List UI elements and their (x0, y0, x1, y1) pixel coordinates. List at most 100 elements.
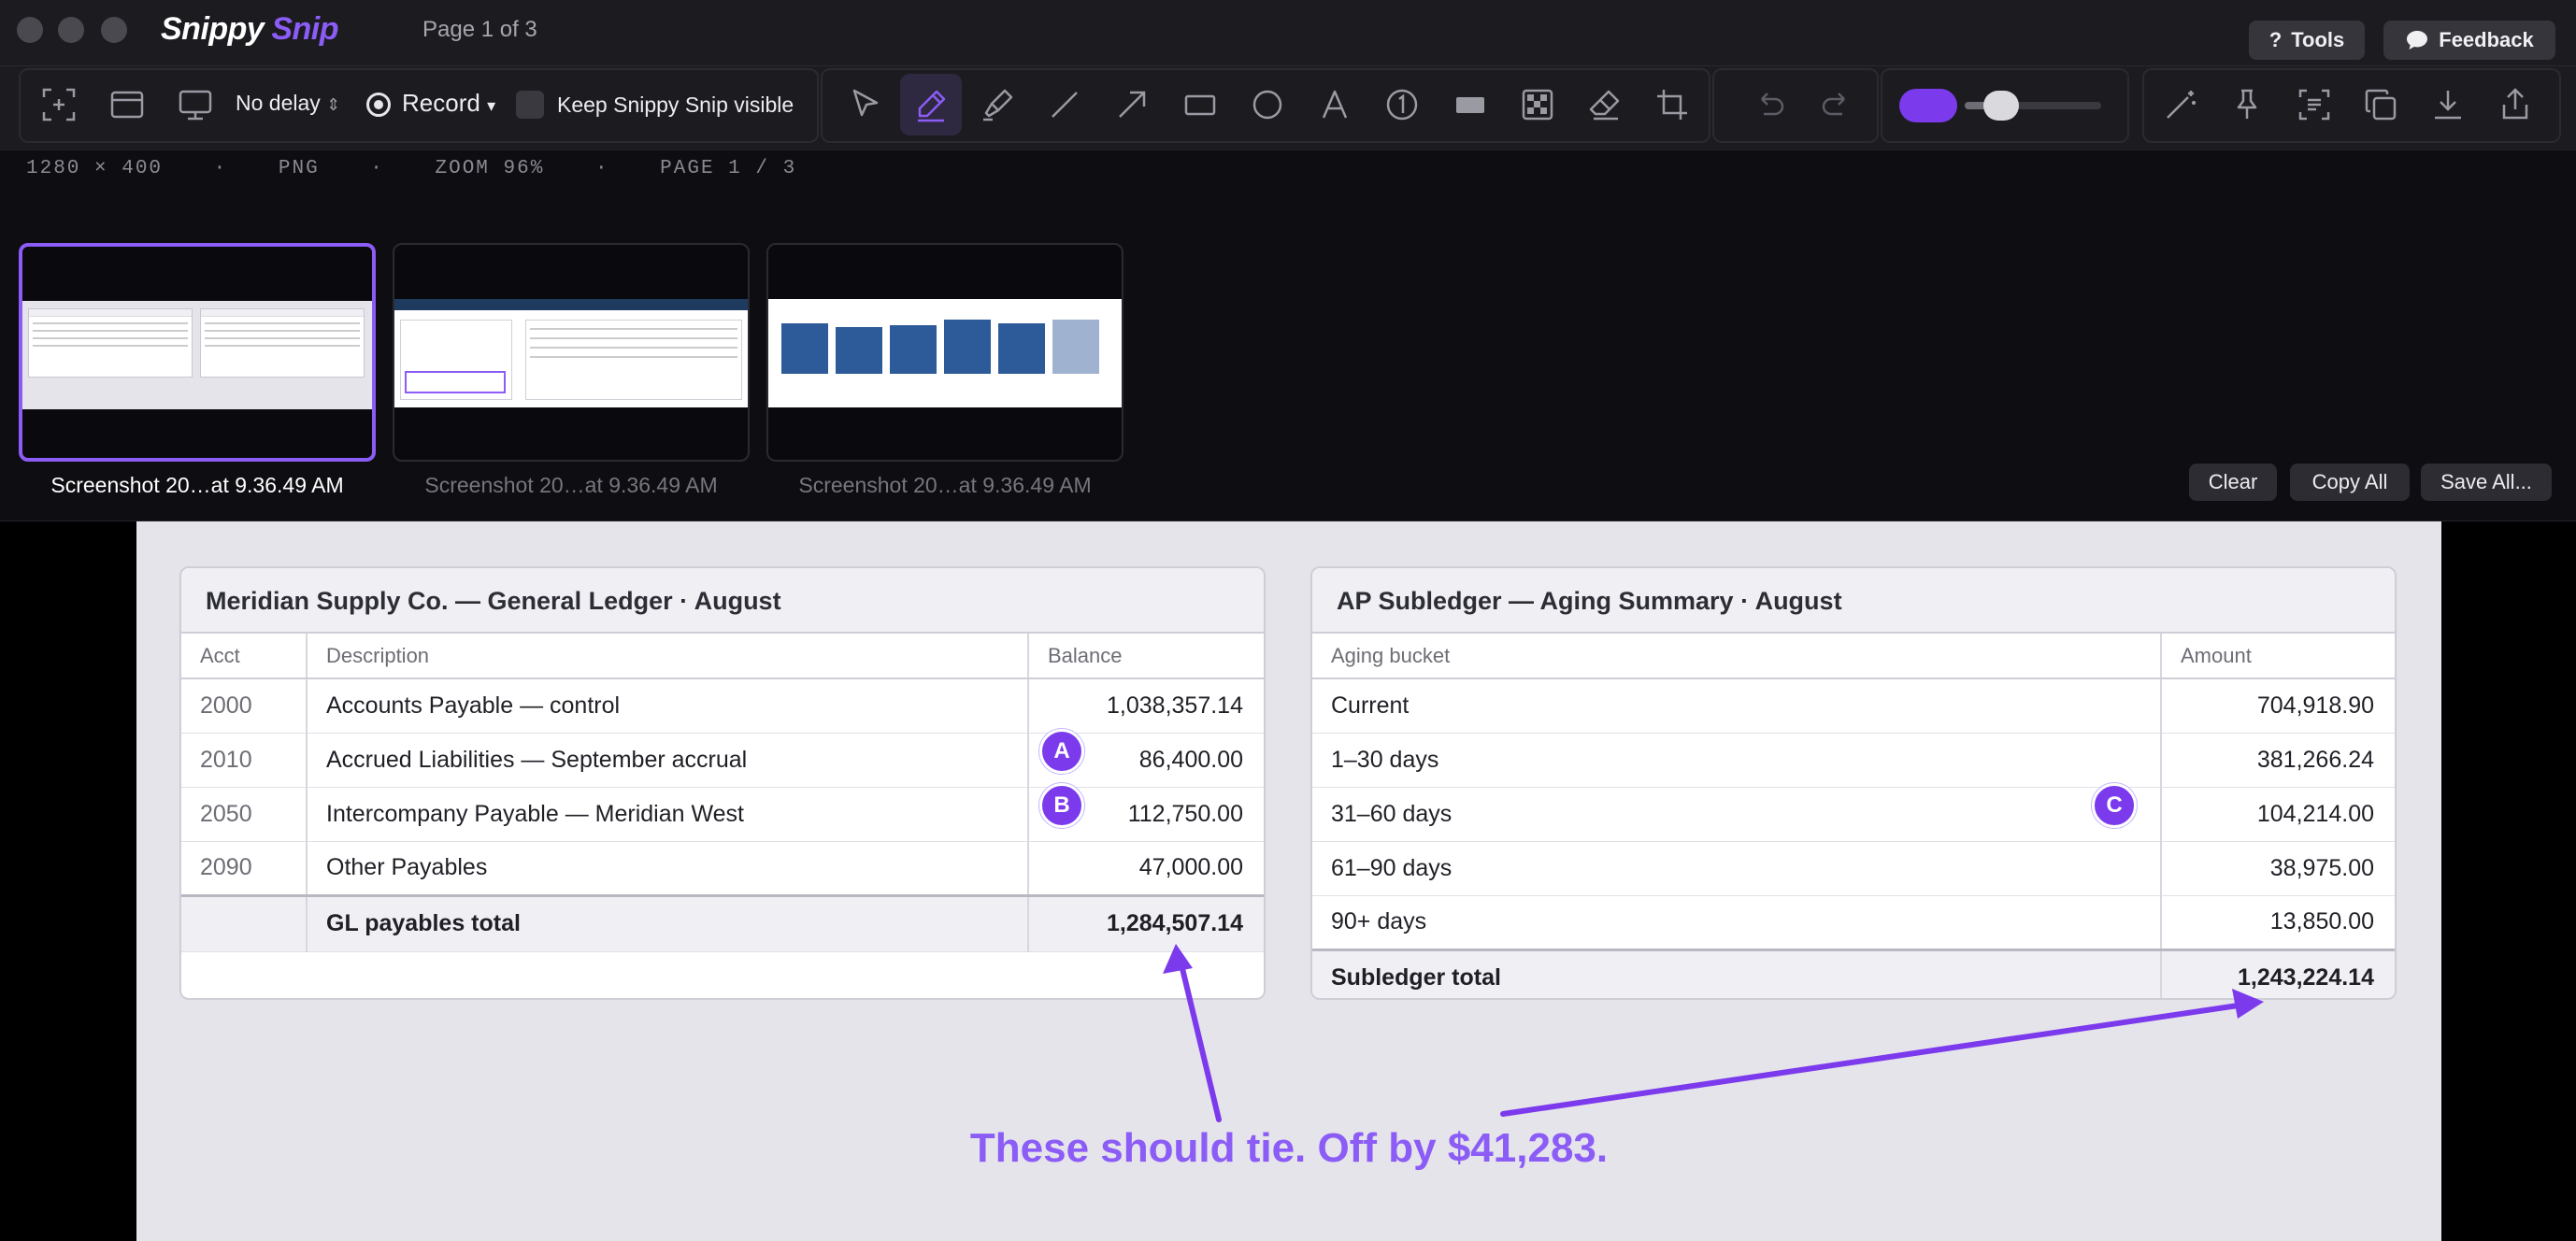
capture-region-button[interactable] (28, 74, 90, 136)
thumbnail-3-label: Screenshot 20…at 9.36.49 AM (798, 473, 1092, 497)
description-cell: Accrued Liabilities — September accrual (306, 733, 1028, 788)
table-row: 90+ days 13,850.00 (1312, 895, 2395, 950)
pen-tool-button[interactable] (900, 74, 962, 136)
close-window-button[interactable] (17, 17, 43, 43)
undo-button[interactable] (1739, 74, 1800, 136)
zoom-window-button[interactable] (101, 17, 127, 43)
bucket-cell: 31–60 days (1312, 787, 2161, 842)
annotation-text[interactable]: These should tie. Off by $41,283. (136, 1125, 2441, 1172)
stroke-width-knob[interactable] (1983, 91, 2019, 121)
record-radio[interactable] (366, 93, 391, 117)
copy-button[interactable] (2350, 74, 2411, 136)
speech-bubble-icon (2407, 31, 2428, 50)
magic-wand-icon (2167, 91, 2196, 119)
total-row: GL payables total 1,284,507.14 (181, 893, 1264, 952)
table-row: 2090 Other Payables 47,000.00 (181, 841, 1264, 896)
delay-label: No delay (236, 91, 321, 115)
table-header-row: Aging bucket Amount (1312, 634, 2395, 679)
rectangle-tool-button[interactable] (1169, 74, 1231, 136)
save-all-button[interactable]: Save All... (2421, 464, 2552, 501)
ap-subledger-table: Aging bucket Amount Current 704,918.90 1… (1312, 634, 2395, 998)
total-value: 1,243,224.14 (2160, 948, 2395, 998)
column-header-balance: Balance (1027, 634, 1264, 679)
share-icon (2502, 88, 2528, 120)
text-icon (1322, 90, 1348, 119)
keep-visible-checkbox[interactable] (516, 91, 544, 119)
acct-cell: 2090 (181, 841, 307, 896)
column-header-amount: Amount (2160, 634, 2395, 679)
highlighter-tool-button[interactable] (966, 74, 1028, 136)
pin-icon (2237, 89, 2257, 119)
balance-cell: 1,038,357.14 (1027, 678, 1264, 734)
thumbnail-strip: Screenshot 20…at 9.36.49 AM Screenshot 2… (0, 187, 2576, 521)
toolbar: No delay ⇕ Record ▾ Keep Snippy Snip vis… (0, 65, 2576, 150)
redact-block-icon (1456, 97, 1484, 113)
feedback-label: Feedback (2439, 28, 2534, 51)
download-button[interactable] (2417, 74, 2479, 136)
feedback-button[interactable]: Feedback (2383, 21, 2555, 60)
download-icon (2435, 91, 2461, 120)
brand-secondary: Snip (271, 11, 339, 47)
pixelate-tool-button[interactable] (1507, 74, 1568, 136)
bucket-cell: 90+ days (1312, 895, 2161, 950)
table-row: 2000 Accounts Payable — control 1,038,35… (181, 678, 1264, 734)
thumbnail-preview (394, 299, 748, 407)
total-label: Subledger total (1312, 948, 2161, 998)
circle-icon (1252, 90, 1282, 120)
copy-all-button[interactable]: Copy All (2290, 464, 2410, 501)
table-row: 2010 Accrued Liabilities — September acc… (181, 733, 1264, 788)
brand-primary: Snippy (161, 11, 265, 47)
thumbnail-2[interactable] (393, 243, 750, 462)
capture-window-button[interactable] (96, 74, 158, 136)
amount-cell: 704,918.90 (2160, 678, 2395, 734)
record-select[interactable]: Record ▾ (402, 89, 495, 118)
eraser-icon (1589, 90, 1620, 121)
acct-cell: 2050 (181, 787, 307, 842)
ocr-button[interactable] (2283, 74, 2345, 136)
general-ledger-table: Acct Description Balance 2000 Accounts P… (181, 634, 1264, 952)
tools-button[interactable]: ? Tools (2249, 21, 2365, 60)
select-tool-button[interactable] (835, 74, 896, 136)
image-format: PNG (278, 158, 320, 179)
arrow-icon (1119, 91, 1146, 118)
counter-badge-c[interactable]: C (2092, 783, 2137, 828)
magic-wand-button[interactable] (2150, 74, 2211, 136)
counter-tool-button[interactable] (1371, 74, 1433, 136)
counter-badge-a[interactable]: A (1039, 729, 1084, 774)
pointer-icon (852, 89, 879, 117)
arrow-to-subledger-total[interactable] (1500, 1001, 2254, 1117)
total-value: 1,284,507.14 (1027, 893, 1264, 952)
stroke-width-slider[interactable] (1965, 91, 2101, 121)
numbered-circle-icon (1386, 89, 1418, 121)
column-header-aging-bucket: Aging bucket (1312, 634, 2161, 679)
amount-cell: 104,214.00 (2160, 787, 2395, 842)
screenshot-canvas[interactable]: Meridian Supply Co. — General Ledger · A… (136, 521, 2441, 1241)
thumbnail-1[interactable] (19, 243, 376, 462)
image-info-bar: 1280 × 400 · PNG · ZOOM 96% · PAGE 1 / 3 (0, 150, 2576, 187)
bucket-cell: 61–90 days (1312, 841, 2161, 896)
ellipse-tool-button[interactable] (1237, 74, 1298, 136)
pin-button[interactable] (2216, 74, 2278, 136)
text-tool-button[interactable] (1304, 74, 1366, 136)
eraser-tool-button[interactable] (1574, 74, 1636, 136)
clear-button[interactable]: Clear (2189, 464, 2277, 501)
table-header-row: Acct Description Balance (181, 634, 1264, 679)
undo-icon (1761, 93, 1784, 116)
separator-dot: · (370, 158, 384, 179)
crop-tool-button[interactable] (1641, 74, 1703, 136)
arrow-tool-button[interactable] (1101, 74, 1163, 136)
title-bar: Snippy Snip Page 1 of 3 ? Tools Feedback (0, 0, 2576, 65)
thumbnail-3[interactable] (766, 243, 1123, 462)
share-button[interactable] (2484, 74, 2546, 136)
rectangle-icon (1184, 94, 1216, 116)
color-swatch[interactable] (1899, 89, 1957, 122)
minimize-window-button[interactable] (58, 17, 84, 43)
redo-button[interactable] (1806, 74, 1868, 136)
description-cell: Other Payables (306, 841, 1028, 896)
line-tool-button[interactable] (1034, 74, 1095, 136)
image-dimensions: 1280 × 400 (26, 158, 164, 179)
counter-badge-b[interactable]: B (1039, 783, 1084, 828)
delay-select[interactable]: No delay ⇕ (236, 91, 340, 116)
capture-screen-button[interactable] (165, 74, 226, 136)
redact-tool-button[interactable] (1439, 74, 1501, 136)
